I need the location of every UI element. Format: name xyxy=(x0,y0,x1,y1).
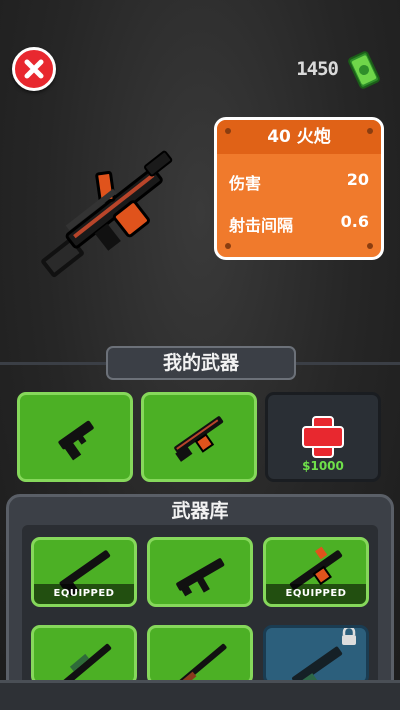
slot-price: $1000 xyxy=(302,459,344,473)
coin-balance: 1450 xyxy=(296,58,339,80)
rivet xyxy=(225,128,231,134)
armory-item[interactable]: EQUIPPED xyxy=(263,537,369,607)
plus-icon xyxy=(302,416,344,458)
my-weapon-slot-1[interactable] xyxy=(17,392,133,482)
my-weapon-slot-2[interactable] xyxy=(141,392,257,482)
rivet xyxy=(367,243,373,249)
lock-icon xyxy=(342,628,356,645)
armory-item-locked[interactable] xyxy=(263,625,369,685)
buy-weapon-slot[interactable]: $1000 xyxy=(265,392,381,482)
stat-row: 射击间隔 0.6 xyxy=(229,212,369,236)
equipped-badge: EQUIPPED xyxy=(266,584,366,604)
cannon-icon xyxy=(174,416,224,462)
equipped-badge: EQUIPPED xyxy=(34,584,134,604)
cash-stack-icon xyxy=(348,51,380,89)
rivet xyxy=(367,128,373,134)
my-weapons-title: 我的武器 xyxy=(106,346,296,380)
armory-item[interactable] xyxy=(31,625,137,685)
stat-value: 0.6 xyxy=(340,212,369,231)
armory-item[interactable] xyxy=(147,537,253,607)
armory-title: 武器库 xyxy=(171,500,229,522)
sniper-icon xyxy=(59,643,112,682)
close-icon xyxy=(24,59,44,79)
smg-icon xyxy=(176,558,225,597)
weapon-name: 40 火炮 xyxy=(217,120,381,154)
stat-label: 射击间隔 xyxy=(229,216,294,235)
stat-value: 20 xyxy=(346,170,369,189)
armory-item[interactable]: EQUIPPED xyxy=(31,537,137,607)
selected-weapon-image xyxy=(41,150,173,278)
bottom-frame xyxy=(0,680,400,710)
weapon-info-card: 40 火炮 伤害 20 射击间隔 0.6 xyxy=(214,117,384,260)
close-button[interactable] xyxy=(12,47,56,91)
armory-item[interactable] xyxy=(147,625,253,685)
stat-row: 伤害 20 xyxy=(229,170,369,194)
shotgun-icon xyxy=(175,643,227,682)
pistol-icon xyxy=(58,420,94,461)
rivet xyxy=(225,243,231,249)
stat-label: 伤害 xyxy=(229,174,262,193)
